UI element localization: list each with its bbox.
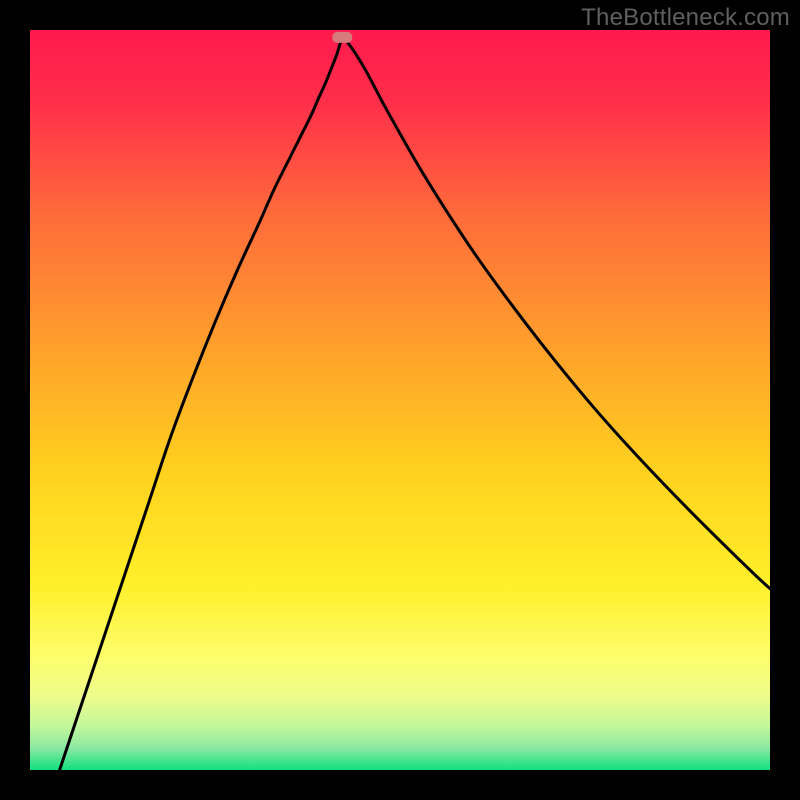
bottleneck-marker <box>332 32 352 43</box>
watermark-label: TheBottleneck.com <box>581 4 790 32</box>
chart-background <box>30 30 770 770</box>
chart-svg <box>30 30 770 770</box>
plot-area <box>30 30 770 770</box>
chart-frame: TheBottleneck.com <box>0 0 800 800</box>
